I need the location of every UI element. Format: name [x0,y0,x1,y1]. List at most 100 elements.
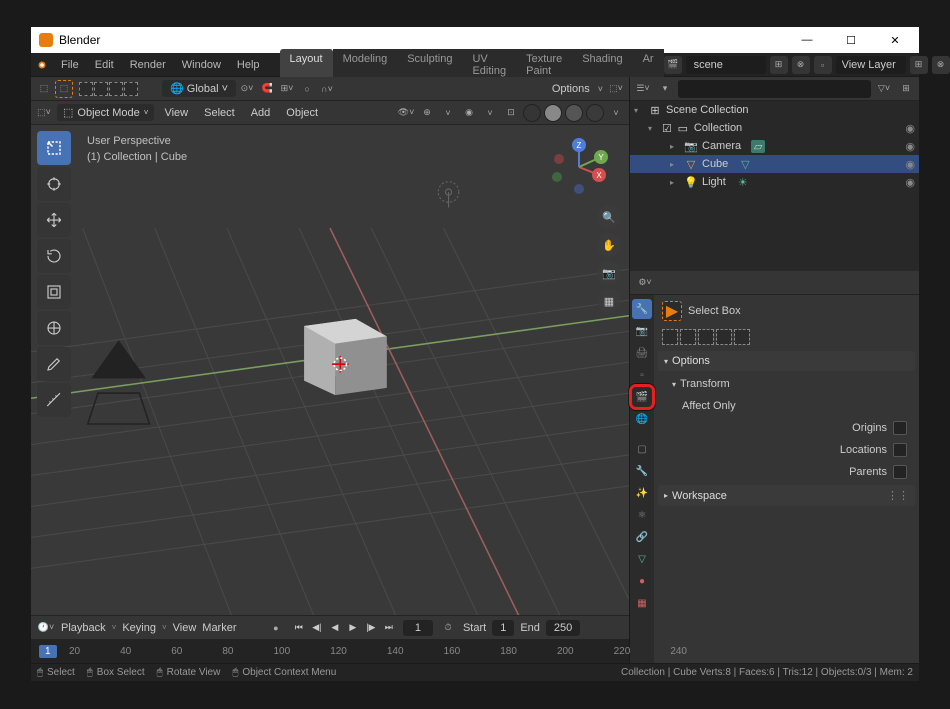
xray-icon[interactable]: ⊡ [502,104,520,122]
shading-solid[interactable] [544,104,562,122]
jump-start-icon[interactable]: ⏮ [291,620,307,636]
current-frame-input[interactable]: 1 [403,620,433,636]
outliner-search-input[interactable] [678,80,871,98]
timeline-playback[interactable]: Playback [61,622,106,634]
select-mode-4[interactable] [124,82,138,96]
shading-material[interactable] [565,104,583,122]
select-extend-icon[interactable] [680,329,696,345]
blender-icon[interactable] [35,55,49,75]
keyframe-prev-icon[interactable]: ◀| [309,620,325,636]
timeline-frames[interactable]: 1 20 40 60 80 100 120 140 160 180 200 22… [31,639,629,663]
options-panel-header[interactable]: ▾Options [658,351,915,371]
menu-file[interactable]: File [53,55,87,75]
timeline-keying[interactable]: Keying [122,622,156,634]
header-view[interactable]: View [158,107,194,119]
outliner-cube[interactable]: ▸▽ Cube ▽ ◉ [630,155,919,173]
tool-measure[interactable] [37,383,71,417]
menu-window[interactable]: Window [174,55,229,75]
overlays-dropdown-icon[interactable]: ˅ [481,104,499,122]
viewlayer-input[interactable] [836,56,906,74]
shading-rendered[interactable] [586,104,604,122]
scene-name-input[interactable] [686,56,766,74]
workspace-panel-header[interactable]: ▸Workspace ⋮⋮ [658,485,915,506]
select-mode-2[interactable] [94,82,108,96]
select-mode-3[interactable] [109,82,123,96]
tab-material[interactable]: ● [632,571,652,591]
timeline-marker[interactable]: Marker [202,622,236,634]
cursor-tool-icon[interactable]: ⬚ [55,80,73,98]
select-mode-1[interactable] [79,82,93,96]
pan-icon[interactable]: ✋ [597,233,621,257]
properties-editor-icon[interactable]: ⚙˅ [636,274,654,292]
keyframe-next-icon[interactable]: |▶ [363,620,379,636]
tool-cursor[interactable] [37,167,71,201]
outliner-scene-collection[interactable]: ▾⊞ Scene Collection [630,101,919,119]
proportional-icon[interactable]: ○ [298,80,316,98]
viewlayer-remove-icon[interactable]: ⊗ [932,56,950,74]
tab-object[interactable]: ▢ [632,439,652,459]
outliner-display-icon[interactable]: ▾ [656,80,674,98]
overlays-icon[interactable]: ◉ [460,104,478,122]
menu-render[interactable]: Render [122,55,174,75]
tool-rotate[interactable] [37,239,71,273]
options-dropdown[interactable]: Options [548,83,594,95]
start-frame-input[interactable]: 1 [492,620,514,636]
play-reverse-icon[interactable]: ◀ [327,620,343,636]
timeline-view[interactable]: View [173,622,197,634]
tab-scene[interactable]: 🎬 [632,387,652,407]
tab-texture-paint[interactable]: Texture Paint [516,49,572,81]
shading-dropdown-icon[interactable]: ˅ [607,104,625,122]
tool-scale[interactable] [37,275,71,309]
tab-texture[interactable]: ▦ [632,593,652,613]
timeline-editor-icon[interactable]: 🕐˅ [37,619,55,637]
gizmo-dropdown-icon[interactable]: ˅ [439,104,457,122]
select-subtract-icon[interactable] [698,329,714,345]
tool-settings-icon[interactable]: ⬚˅ [607,80,625,98]
transform-subheader[interactable]: ▾Transform [658,375,915,393]
eye-icon[interactable]: ◉ [905,122,915,135]
tab-viewlayer[interactable]: ▫ [632,365,652,385]
tab-data[interactable]: ▽ [632,549,652,569]
play-icon[interactable]: ▶ [345,620,361,636]
select-new-icon[interactable] [662,329,678,345]
new-collection-icon[interactable]: ⊞ [897,80,915,98]
minimize-button[interactable]: — [795,28,819,52]
scene-pin-icon[interactable]: ⊗ [792,56,810,74]
end-frame-input[interactable]: 250 [546,620,580,636]
tab-layout[interactable]: Layout [280,49,333,81]
outliner-light[interactable]: ▸💡 Light ☀ ◉ [630,173,919,191]
tool-select-box[interactable] [37,131,71,165]
origins-checkbox[interactable] [893,421,907,435]
eye-icon[interactable]: ◉ [905,158,915,171]
perspective-icon[interactable]: ▦ [597,289,621,313]
tab-modeling[interactable]: Modeling [333,49,398,81]
viewport-3d[interactable]: User Perspective (1) Collection | Cube X [31,125,629,615]
tab-physics[interactable]: ⚛ [632,505,652,525]
tab-output[interactable]: 🖨 [632,343,652,363]
tab-render[interactable]: 📷 [632,321,652,341]
menu-edit[interactable]: Edit [87,55,122,75]
visibility-icon[interactable]: 👁˅ [397,104,415,122]
tab-animation[interactable]: Ar [633,49,664,81]
menu-help[interactable]: Help [229,55,268,75]
tab-uv-editing[interactable]: UV Editing [462,49,516,81]
maximize-button[interactable]: ☐ [839,28,863,52]
filter-icon[interactable]: ▽˅ [875,80,893,98]
outliner[interactable]: ▾⊞ Scene Collection ▾☑ ▭ Collection ◉ ▸📷… [630,101,919,271]
snap-type-icon[interactable]: ⊞˅ [278,80,296,98]
proportional-falloff-icon[interactable]: ∩˅ [318,80,336,98]
tab-sculpting[interactable]: Sculpting [397,49,462,81]
tool-move[interactable] [37,203,71,237]
navigation-gizmo[interactable]: X Y Z [549,137,609,202]
pivot-icon[interactable]: ⊙˅ [238,80,256,98]
scene-browse-icon[interactable]: 🎬 [664,56,682,74]
outliner-camera[interactable]: ▸📷 Camera ▱ ◉ [630,137,919,155]
current-frame-marker[interactable]: 1 [39,645,57,658]
zoom-icon[interactable]: 🔍 [597,205,621,229]
tool-annotate[interactable] [37,347,71,381]
eye-icon[interactable]: ◉ [905,140,915,153]
viewlayer-icon[interactable]: ▫ [814,56,832,74]
viewport-editor-icon[interactable]: ⬚˅ [35,104,53,122]
select-invert-icon[interactable] [716,329,732,345]
autokey-icon[interactable]: ● [267,619,285,637]
